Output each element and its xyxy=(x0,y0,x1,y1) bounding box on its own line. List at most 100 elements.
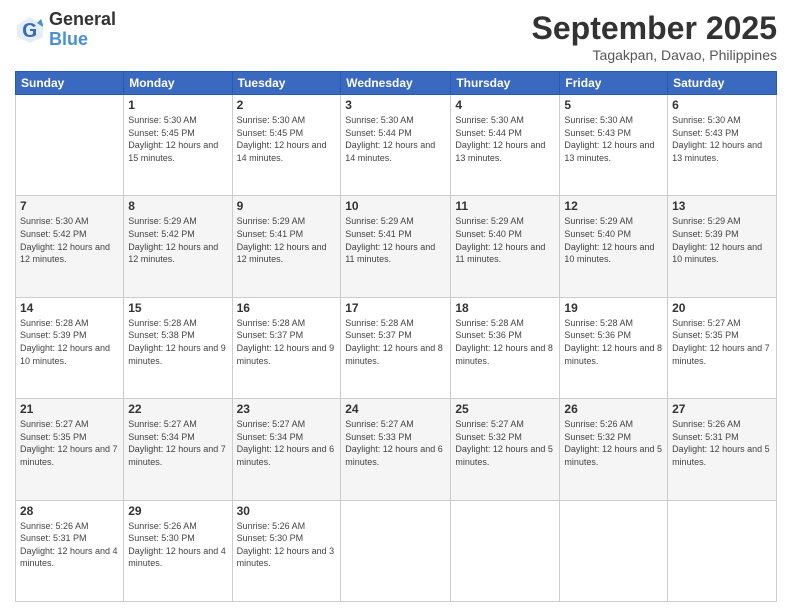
day-number: 11 xyxy=(455,199,555,213)
col-header-saturday: Saturday xyxy=(668,72,777,95)
day-number: 17 xyxy=(345,301,446,315)
day-cell xyxy=(451,500,560,601)
day-number: 2 xyxy=(237,98,337,112)
day-cell: 7Sunrise: 5:30 AM Sunset: 5:42 PM Daylig… xyxy=(16,196,124,297)
day-info: Sunrise: 5:27 AM Sunset: 5:35 PM Dayligh… xyxy=(672,317,772,367)
logo-text: General Blue xyxy=(49,10,116,50)
day-cell: 19 Sunrise: 5:28 AM Sunset: 5:36 PM Dayli… xyxy=(560,297,668,398)
day-info: Sunrise: 5:28 AM Sunset: 5:36 PM Dayligh… xyxy=(455,317,555,367)
day-info: Sunrise: 5:26 AM Sunset: 5:31 PM Dayligh… xyxy=(20,520,119,570)
day-number: 23 xyxy=(237,402,337,416)
calendar-body: 1 Sunrise: 5:30 AM Sunset: 5:45 PM Daylig… xyxy=(16,95,777,602)
day-cell: 13Sunrise: 5:29 AM Sunset: 5:39 PM Dayli… xyxy=(668,196,777,297)
day-number: 19 xyxy=(564,301,663,315)
week-row-2: 7Sunrise: 5:30 AM Sunset: 5:42 PM Daylig… xyxy=(16,196,777,297)
day-number: 1 xyxy=(128,98,227,112)
col-header-wednesday: Wednesday xyxy=(341,72,451,95)
day-number: 29 xyxy=(128,504,227,518)
day-info: Sunrise: 5:29 AM Sunset: 5:41 PM Dayligh… xyxy=(237,215,337,265)
day-info: Sunrise: 5:27 AM Sunset: 5:34 PM Dayligh… xyxy=(237,418,337,468)
day-info: Sunrise: 5:28 AM Sunset: 5:37 PM Dayligh… xyxy=(345,317,446,367)
day-number: 18 xyxy=(455,301,555,315)
week-row-4: 21 Sunrise: 5:27 AM Sunset: 5:35 PM Dayli… xyxy=(16,399,777,500)
day-number: 10 xyxy=(345,199,446,213)
day-number: 25 xyxy=(455,402,555,416)
day-info: Sunrise: 5:30 AM Sunset: 5:44 PM Dayligh… xyxy=(455,114,555,164)
day-info: Sunrise: 5:29 AM Sunset: 5:41 PM Dayligh… xyxy=(345,215,446,265)
page: General Blue September 2025 Tagakpan, Da… xyxy=(0,0,792,612)
day-number: 22 xyxy=(128,402,227,416)
day-cell: 1 Sunrise: 5:30 AM Sunset: 5:45 PM Daylig… xyxy=(124,95,232,196)
day-cell: 15Sunrise: 5:28 AM Sunset: 5:38 PM Dayli… xyxy=(124,297,232,398)
day-info: Sunrise: 5:27 AM Sunset: 5:33 PM Dayligh… xyxy=(345,418,446,468)
day-info: Sunrise: 5:29 AM Sunset: 5:40 PM Dayligh… xyxy=(455,215,555,265)
day-info: Sunrise: 5:29 AM Sunset: 5:42 PM Dayligh… xyxy=(128,215,227,265)
day-number: 30 xyxy=(237,504,337,518)
logo: General Blue xyxy=(15,10,116,50)
day-cell: 24Sunrise: 5:27 AM Sunset: 5:33 PM Dayli… xyxy=(341,399,451,500)
day-number: 14 xyxy=(20,301,119,315)
day-cell: 18 Sunrise: 5:28 AM Sunset: 5:36 PM Dayli… xyxy=(451,297,560,398)
day-info: Sunrise: 5:28 AM Sunset: 5:39 PM Dayligh… xyxy=(20,317,119,367)
day-info: Sunrise: 5:28 AM Sunset: 5:37 PM Dayligh… xyxy=(237,317,337,367)
week-row-3: 14 Sunrise: 5:28 AM Sunset: 5:39 PM Dayli… xyxy=(16,297,777,398)
day-cell: 26Sunrise: 5:26 AM Sunset: 5:32 PM Dayli… xyxy=(560,399,668,500)
day-cell xyxy=(341,500,451,601)
day-cell: 9 Sunrise: 5:29 AM Sunset: 5:41 PM Daylig… xyxy=(232,196,341,297)
day-number: 20 xyxy=(672,301,772,315)
week-row-1: 1 Sunrise: 5:30 AM Sunset: 5:45 PM Daylig… xyxy=(16,95,777,196)
day-number: 13 xyxy=(672,199,772,213)
day-cell: 28 Sunrise: 5:26 AM Sunset: 5:31 PM Dayli… xyxy=(16,500,124,601)
week-row-5: 28 Sunrise: 5:26 AM Sunset: 5:31 PM Dayli… xyxy=(16,500,777,601)
day-number: 5 xyxy=(564,98,663,112)
day-cell: 29 Sunrise: 5:26 AM Sunset: 5:30 PM Dayli… xyxy=(124,500,232,601)
day-number: 26 xyxy=(564,402,663,416)
day-info: Sunrise: 5:26 AM Sunset: 5:30 PM Dayligh… xyxy=(128,520,227,570)
day-info: Sunrise: 5:27 AM Sunset: 5:34 PM Dayligh… xyxy=(128,418,227,468)
day-number: 15 xyxy=(128,301,227,315)
day-info: Sunrise: 5:28 AM Sunset: 5:36 PM Dayligh… xyxy=(564,317,663,367)
day-number: 6 xyxy=(672,98,772,112)
day-cell xyxy=(560,500,668,601)
day-number: 12 xyxy=(564,199,663,213)
day-info: Sunrise: 5:30 AM Sunset: 5:44 PM Dayligh… xyxy=(345,114,446,164)
day-info: Sunrise: 5:29 AM Sunset: 5:40 PM Dayligh… xyxy=(564,215,663,265)
day-cell: 12 Sunrise: 5:29 AM Sunset: 5:40 PM Dayli… xyxy=(560,196,668,297)
day-cell: 27Sunrise: 5:26 AM Sunset: 5:31 PM Dayli… xyxy=(668,399,777,500)
day-number: 9 xyxy=(237,199,337,213)
logo-blue: Blue xyxy=(49,30,116,50)
day-number: 27 xyxy=(672,402,772,416)
day-info: Sunrise: 5:30 AM Sunset: 5:43 PM Dayligh… xyxy=(672,114,772,164)
day-cell: 16 Sunrise: 5:28 AM Sunset: 5:37 PM Dayli… xyxy=(232,297,341,398)
logo-icon xyxy=(15,15,45,45)
day-number: 7 xyxy=(20,199,119,213)
day-cell xyxy=(668,500,777,601)
day-cell: 4 Sunrise: 5:30 AM Sunset: 5:44 PM Daylig… xyxy=(451,95,560,196)
day-number: 3 xyxy=(345,98,446,112)
day-number: 21 xyxy=(20,402,119,416)
day-cell: 17 Sunrise: 5:28 AM Sunset: 5:37 PM Dayli… xyxy=(341,297,451,398)
col-header-monday: Monday xyxy=(124,72,232,95)
day-number: 4 xyxy=(455,98,555,112)
col-header-tuesday: Tuesday xyxy=(232,72,341,95)
calendar-header: SundayMondayTuesdayWednesdayThursdayFrid… xyxy=(16,72,777,95)
day-cell: 23 Sunrise: 5:27 AM Sunset: 5:34 PM Dayli… xyxy=(232,399,341,500)
day-number: 28 xyxy=(20,504,119,518)
day-number: 8 xyxy=(128,199,227,213)
day-info: Sunrise: 5:30 AM Sunset: 5:45 PM Dayligh… xyxy=(128,114,227,164)
day-cell: 11 Sunrise: 5:29 AM Sunset: 5:40 PM Dayli… xyxy=(451,196,560,297)
main-title: September 2025 xyxy=(532,10,777,47)
day-cell: 14 Sunrise: 5:28 AM Sunset: 5:39 PM Dayli… xyxy=(16,297,124,398)
subtitle: Tagakpan, Davao, Philippines xyxy=(532,47,777,63)
day-info: Sunrise: 5:30 AM Sunset: 5:45 PM Dayligh… xyxy=(237,114,337,164)
day-cell: 3 Sunrise: 5:30 AM Sunset: 5:44 PM Daylig… xyxy=(341,95,451,196)
day-number: 16 xyxy=(237,301,337,315)
day-cell: 20 Sunrise: 5:27 AM Sunset: 5:35 PM Dayli… xyxy=(668,297,777,398)
day-cell: 6 Sunrise: 5:30 AM Sunset: 5:43 PM Daylig… xyxy=(668,95,777,196)
header: General Blue September 2025 Tagakpan, Da… xyxy=(15,10,777,63)
day-cell: 8 Sunrise: 5:29 AM Sunset: 5:42 PM Daylig… xyxy=(124,196,232,297)
day-info: Sunrise: 5:26 AM Sunset: 5:30 PM Dayligh… xyxy=(237,520,337,570)
day-cell: 2 Sunrise: 5:30 AM Sunset: 5:45 PM Daylig… xyxy=(232,95,341,196)
day-info: Sunrise: 5:27 AM Sunset: 5:35 PM Dayligh… xyxy=(20,418,119,468)
day-cell: 5Sunrise: 5:30 AM Sunset: 5:43 PM Daylig… xyxy=(560,95,668,196)
